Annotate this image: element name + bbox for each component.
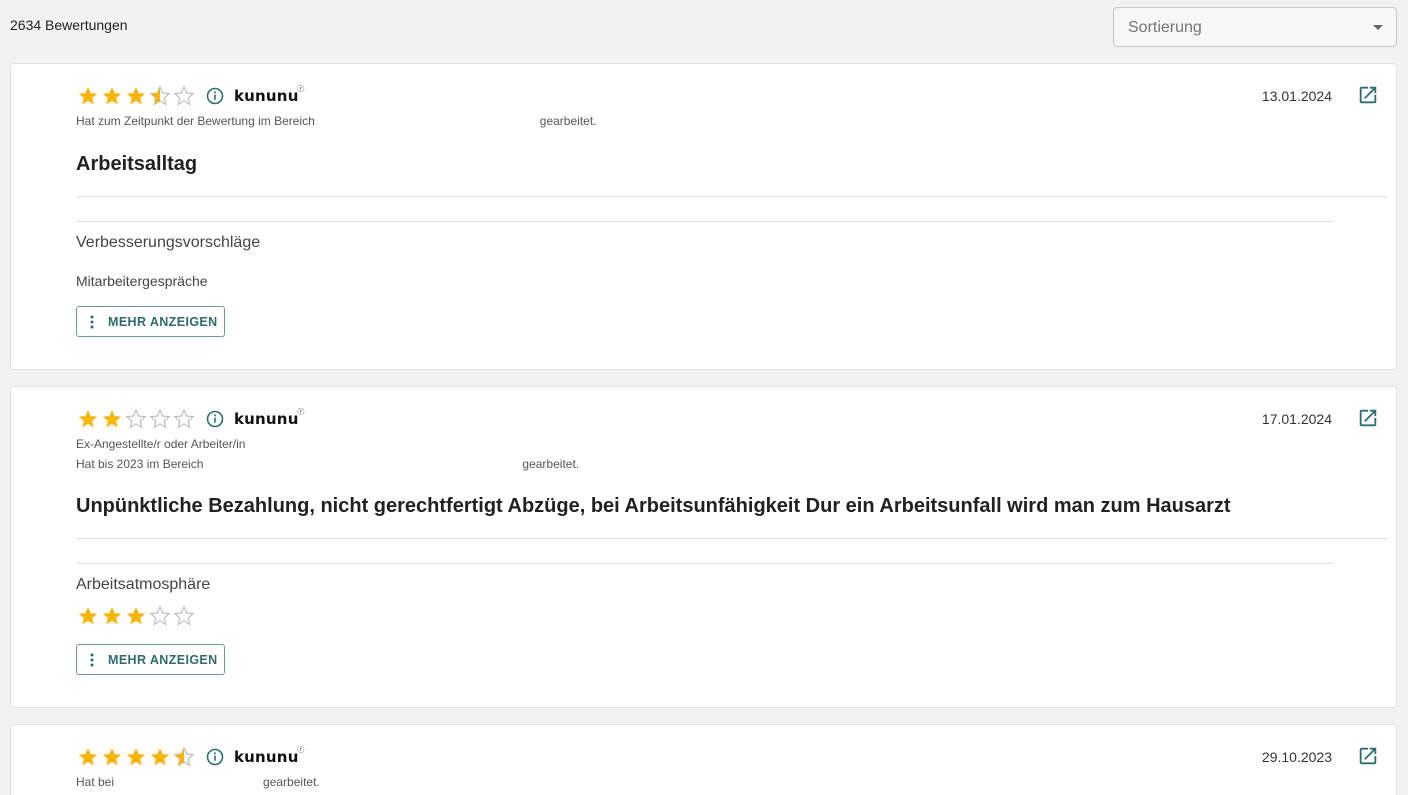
star-filled-icon (102, 748, 122, 766)
star-filled-icon (78, 87, 98, 105)
info-circle-icon[interactable] (206, 748, 224, 766)
info-circle-icon[interactable] (206, 410, 224, 428)
review-meta-text: Hat zum Zeitpunkt der Bewertung im Berei… (76, 114, 315, 128)
star-empty-icon (173, 85, 195, 106)
kununu-logo-mark: ⓡ (297, 746, 305, 754)
kununu-logo: kununu ⓡ (234, 408, 305, 428)
star-rating (76, 408, 196, 430)
review-rating-row: kununu ⓡ (76, 746, 305, 768)
sort-select-label: Sortierung (1128, 19, 1202, 36)
review-rating-row: kununu ⓡ (76, 85, 305, 107)
kununu-logo-text: kununu (234, 87, 299, 105)
divider (76, 538, 1388, 539)
sort-select[interactable]: Sortierung (1113, 7, 1397, 47)
review-meta-text: Hat bei (76, 775, 115, 789)
review-count: 2634 Bewertungen (10, 17, 128, 33)
divider (76, 196, 1388, 197)
star-half-icon (149, 85, 171, 106)
section-label: Arbeitsatmosphäre (76, 576, 211, 593)
review-meta: Hat bis 2023 im Bereich gearbeitet. (76, 457, 579, 471)
star-empty-icon (125, 408, 147, 429)
reviews-toolbar: 2634 Bewertungen Sortierung (0, 0, 1408, 56)
star-empty-icon (149, 408, 171, 429)
star-empty-icon (173, 408, 195, 429)
review-employment-status: Ex-Angestellte/r oder Arbeiter/in (76, 437, 246, 451)
review-date: 29.10.2023 (1261, 749, 1332, 765)
star-rating (76, 85, 196, 107)
review-meta-text: Hat bis 2023 im Bereich (76, 457, 204, 471)
star-filled-icon (150, 748, 170, 766)
star-filled-icon (126, 748, 146, 766)
review-title: Unpünktliche Bezahlung, nicht gerechtfer… (76, 495, 1231, 517)
star-half-icon (173, 746, 195, 767)
show-more-label: MEHR ANZEIGEN (108, 652, 218, 667)
star-filled-icon (78, 748, 98, 766)
vertical-dots-icon (90, 315, 94, 328)
kununu-logo: kununu ⓡ (234, 85, 305, 105)
review-card-3: kununu ⓡ 29.10.2023 Hat bei gearbeitet. (10, 724, 1397, 795)
star-filled-icon (102, 87, 122, 105)
kununu-logo-text: kununu (234, 410, 299, 428)
star-rating (76, 746, 196, 768)
section-label: Verbesserungsvorschläge (76, 234, 261, 251)
star-filled-icon (126, 87, 146, 105)
review-card-1: kununu ⓡ 13.01.2024 Hat zum Zeitpunkt der… (10, 63, 1397, 370)
kununu-logo-mark: ⓡ (297, 85, 305, 93)
review-meta-end: gearbeitet. (539, 114, 597, 128)
star-empty-icon (149, 605, 171, 626)
review-title: Arbeitsalltag (76, 153, 198, 175)
section-text: Mitarbeitergespräche (76, 273, 208, 289)
external-link-icon[interactable] (1357, 745, 1379, 767)
info-circle-icon[interactable] (206, 87, 224, 105)
review-meta: Hat zum Zeitpunkt der Bewertung im Berei… (76, 114, 597, 128)
divider (76, 221, 1333, 222)
review-date: 17.01.2024 (1261, 411, 1332, 427)
divider (76, 563, 1333, 564)
external-link-icon[interactable] (1357, 407, 1379, 429)
review-date: 13.01.2024 (1261, 88, 1332, 104)
star-filled-icon (102, 410, 122, 428)
review-card-2: kununu ⓡ 17.01.2024 Ex-Angestellte/r oder… (10, 386, 1397, 708)
review-meta-end: gearbeitet. (263, 775, 320, 789)
kununu-logo-text: kununu (234, 748, 299, 766)
star-filled-icon (102, 607, 122, 625)
review-meta: Hat bei gearbeitet. (76, 775, 320, 789)
show-more-label: MEHR ANZEIGEN (108, 314, 218, 329)
review-rating-row: kununu ⓡ (76, 408, 305, 430)
show-more-button[interactable]: MEHR ANZEIGEN (76, 306, 225, 337)
caret-down-icon (1373, 25, 1383, 30)
star-filled-icon (78, 607, 98, 625)
kununu-logo-mark: ⓡ (297, 408, 305, 416)
star-filled-icon (126, 607, 146, 625)
external-link-icon[interactable] (1357, 84, 1379, 106)
star-filled-icon (78, 410, 98, 428)
review-meta-end: gearbeitet. (522, 457, 580, 471)
section-star-rating (76, 605, 196, 627)
star-empty-icon (173, 605, 195, 626)
kununu-logo: kununu ⓡ (234, 746, 305, 766)
vertical-dots-icon (90, 653, 94, 666)
show-more-button[interactable]: MEHR ANZEIGEN (76, 644, 225, 675)
